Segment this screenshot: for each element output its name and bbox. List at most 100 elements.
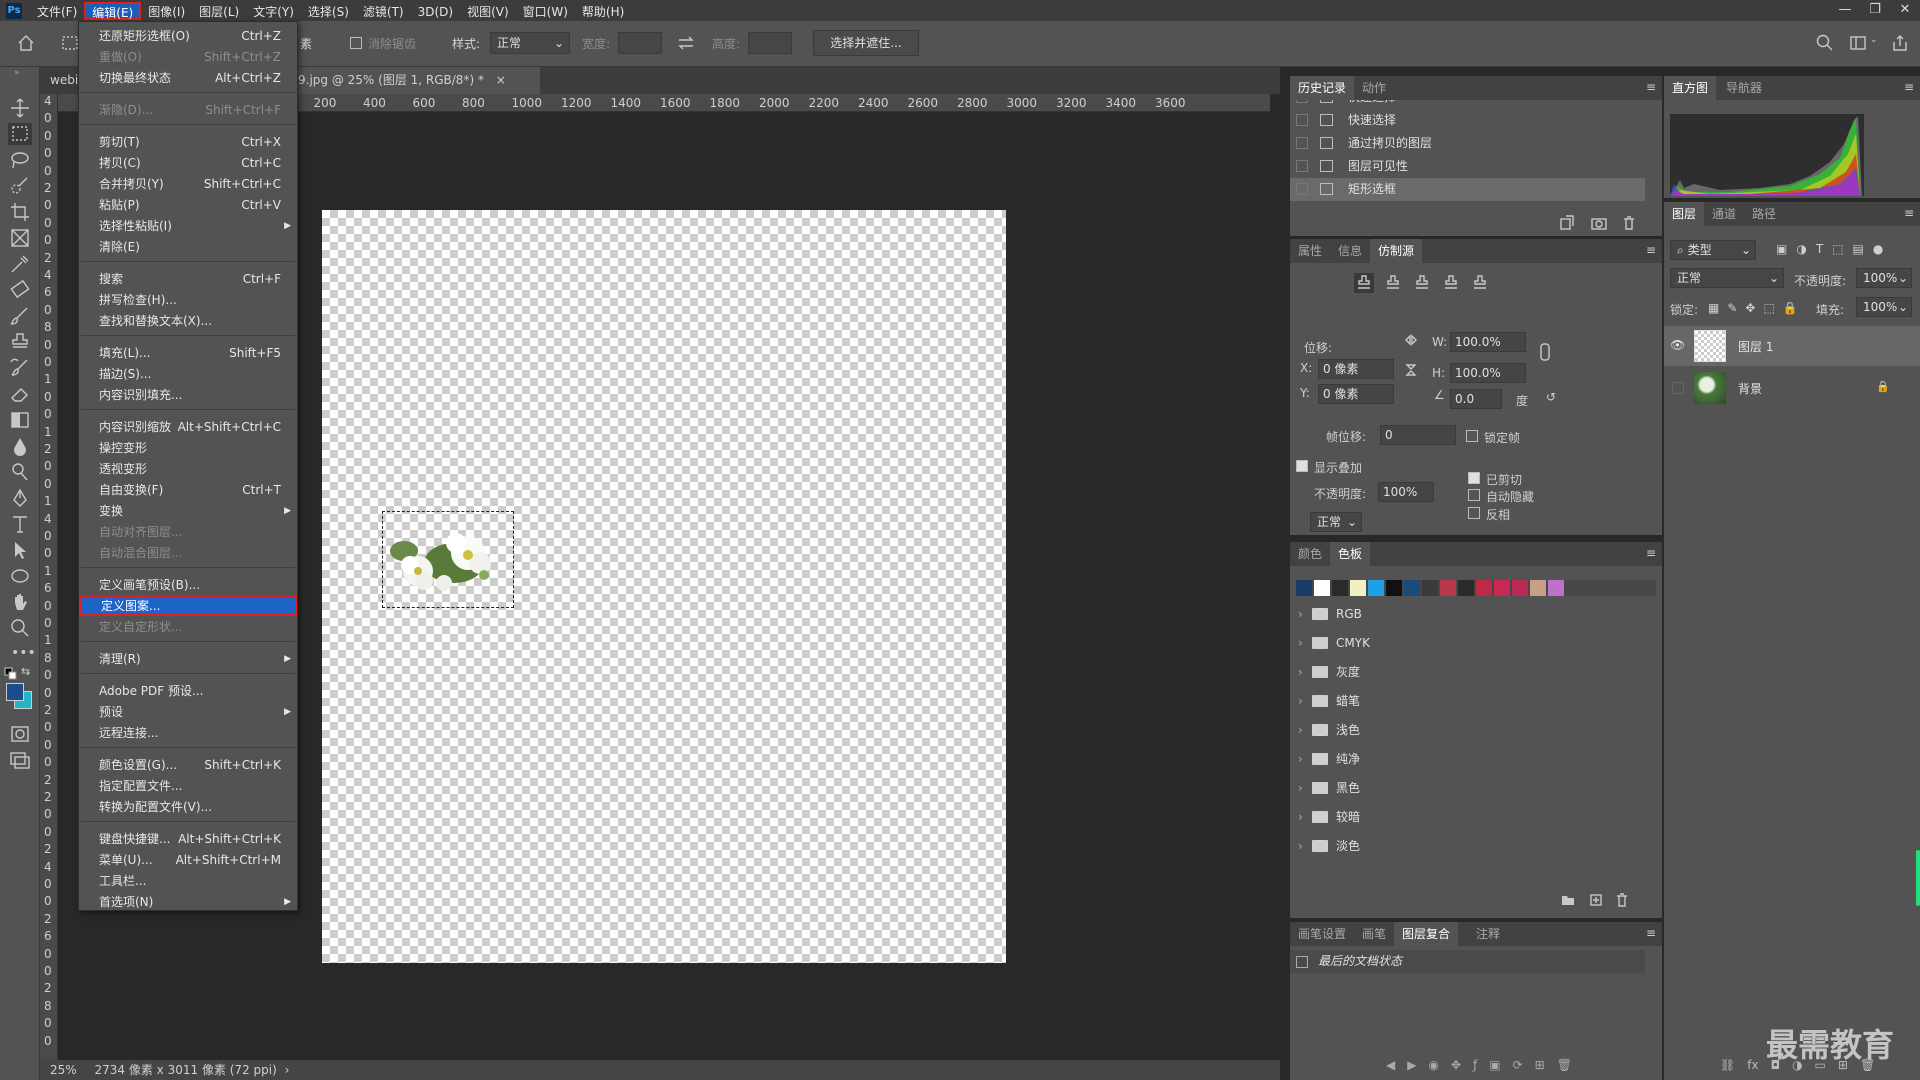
edit-menu-item[interactable]: 自由变换(F) Ctrl+T	[79, 480, 297, 500]
pixel-filter-icon[interactable]: ▣	[1776, 242, 1787, 256]
tab-swatches[interactable]: 色板	[1330, 542, 1371, 566]
camera-icon[interactable]	[1590, 214, 1608, 232]
panel-menu-icon[interactable]: ≡	[1646, 243, 1656, 257]
tab-layer-comps[interactable]: 图层复合	[1394, 922, 1459, 946]
fill-input[interactable]: 100% ⌄	[1856, 297, 1912, 317]
edit-menu-item[interactable]: 拷贝(C) Ctrl+C	[79, 153, 297, 173]
close-window-button[interactable]: ✕	[1890, 0, 1920, 21]
edit-menu-item[interactable]: 清除(E)	[79, 237, 297, 257]
brush-tool-icon[interactable]	[8, 305, 32, 327]
default-colors-icon[interactable]	[4, 667, 18, 681]
lock-artboard-icon[interactable]: ⬚	[1763, 301, 1774, 315]
panel-menu-icon[interactable]: ≡	[1904, 206, 1914, 220]
menu-9[interactable]: 窗口(W)	[516, 2, 575, 20]
new-comp-icon[interactable]: ⊞	[1535, 1058, 1545, 1072]
tab-navigator[interactable]: 导航器	[1718, 76, 1770, 100]
screen-mode-icon[interactable]	[8, 749, 32, 771]
lock-transparent-icon[interactable]: ▦	[1708, 301, 1719, 315]
tab-notes[interactable]: 注释	[1468, 922, 1508, 946]
y-input[interactable]: 0 像素	[1318, 384, 1394, 404]
type-tool-icon[interactable]	[8, 513, 32, 535]
clone-source-5-icon[interactable]	[1470, 273, 1490, 293]
previous-comp-icon[interactable]: ◀	[1386, 1058, 1395, 1072]
x-input[interactable]: 0 像素	[1318, 359, 1394, 379]
rectangular-marquee-tool-icon[interactable]	[8, 123, 32, 145]
blur-tool-icon[interactable]	[8, 435, 32, 457]
color-swatch[interactable]	[1350, 580, 1366, 596]
layer-row-layer1[interactable]: 👁 图层 1	[1664, 326, 1920, 366]
clone-source-2-icon[interactable]	[1383, 273, 1403, 293]
antialias-checkbox[interactable]	[350, 37, 362, 49]
fx-icon[interactable]: fx	[1747, 1058, 1758, 1072]
history-item[interactable]: 通过拷贝的图层	[1290, 132, 1645, 155]
restore-button[interactable]: ❐	[1860, 0, 1890, 21]
dodge-tool-icon[interactable]	[8, 461, 32, 483]
lock-all-icon[interactable]: 🔒	[1783, 301, 1798, 315]
chevron-down-icon[interactable]: ⌄	[1870, 35, 1878, 45]
frame-tool-icon[interactable]	[8, 227, 32, 249]
edit-menu-item[interactable]: 描边(S)...	[79, 364, 297, 384]
swatch-group[interactable]: › 浅色	[1290, 718, 1645, 742]
h-input[interactable]: 100.0%	[1450, 363, 1526, 383]
gradient-tool-icon[interactable]	[8, 409, 32, 431]
edit-menu-item[interactable]: 内容识别缩放 Alt+Shift+Ctrl+C	[79, 417, 297, 437]
define-pattern-menu-item[interactable]: 定义图案...	[79, 596, 297, 616]
menu-8[interactable]: 视图(V)	[460, 2, 516, 20]
clone-source-1-icon[interactable]	[1354, 273, 1374, 293]
edit-menu-item[interactable]: 填充(L)... Shift+F5	[79, 343, 297, 363]
marquee-tool-icon[interactable]	[60, 33, 80, 53]
menu-7[interactable]: 3D(D)	[411, 2, 460, 20]
ellipse-tool-icon[interactable]	[8, 565, 32, 587]
edit-menu-item[interactable]: 自动对齐图层...	[79, 522, 297, 542]
flip-vertical-icon[interactable]	[1404, 363, 1418, 377]
tab-channels[interactable]: 通道	[1704, 202, 1744, 226]
color-swatch[interactable]	[1512, 580, 1528, 596]
swatch-group[interactable]: › 蜡笔	[1290, 689, 1645, 713]
eyedropper-tool-icon[interactable]	[8, 253, 32, 275]
clipped-checkbox[interactable]	[1468, 472, 1480, 484]
show-overlay-checkbox[interactable]	[1296, 460, 1308, 472]
workspace-icon[interactable]	[1848, 33, 1868, 53]
edit-menu-item[interactable]: 键盘快捷键... Alt+Shift+Ctrl+K	[79, 829, 297, 849]
frame-offset-input[interactable]: 0	[1380, 425, 1456, 445]
swatch-group[interactable]: › 黑色	[1290, 776, 1645, 800]
menu-10[interactable]: 帮助(H)	[575, 2, 631, 20]
style-dropdown[interactable]: 正常 ⌄	[490, 32, 570, 54]
edit-menu-item[interactable]: 渐隐(D)... Shift+Ctrl+F	[79, 100, 297, 120]
w-input[interactable]: 100.0%	[1450, 332, 1526, 352]
share-icon[interactable]	[1890, 33, 1910, 53]
history-brush-source-box[interactable]	[1296, 137, 1308, 149]
quick-mask-icon[interactable]	[8, 723, 32, 745]
rectangular-selection[interactable]	[382, 511, 514, 608]
color-swatch[interactable]	[1494, 580, 1510, 596]
hand-tool-icon[interactable]	[8, 591, 32, 613]
overlay-opacity-input[interactable]: 100%	[1378, 482, 1434, 502]
edit-menu-item[interactable]: 工具栏...	[79, 871, 297, 891]
edit-menu-item[interactable]: 粘贴(P) Ctrl+V	[79, 195, 297, 215]
path-selection-tool-icon[interactable]	[8, 539, 32, 561]
edit-menu-item[interactable]: 指定配置文件...	[79, 776, 297, 796]
panel-menu-icon[interactable]: ≡	[1646, 926, 1656, 940]
edit-menu-item[interactable]: 剪切(T) Ctrl+X	[79, 132, 297, 152]
type-filter-icon[interactable]: T	[1816, 242, 1823, 256]
flip-horizontal-icon[interactable]	[1404, 333, 1418, 347]
foreground-color-swatch[interactable]	[6, 683, 24, 701]
crop-tool-icon[interactable]	[8, 201, 32, 223]
trash-icon[interactable]	[1620, 214, 1638, 232]
color-swatch[interactable]	[1404, 580, 1420, 596]
update-icon[interactable]: ⟳	[1513, 1058, 1523, 1072]
lasso-tool-icon[interactable]	[8, 149, 32, 171]
angle-input[interactable]: 0.0	[1450, 389, 1502, 409]
lock-frame-checkbox[interactable]	[1466, 430, 1478, 442]
layer-row-background[interactable]: 背景 🔒	[1664, 368, 1920, 408]
edit-menu-item[interactable]: 透视变形	[79, 459, 297, 479]
menu-4[interactable]: 文字(Y)	[246, 2, 301, 20]
auto-hide-checkbox[interactable]	[1468, 489, 1480, 501]
tab-layers[interactable]: 图层	[1664, 202, 1705, 226]
document-tab-active[interactable]: 9.jpg @ 25% (图层 1, RGB/8*) * ×	[288, 67, 540, 94]
color-swatch[interactable]	[1530, 580, 1546, 596]
tab-history[interactable]: 历史记录	[1290, 76, 1355, 100]
reset-transform-icon[interactable]: ↺	[1546, 390, 1556, 404]
tab-brushes[interactable]: 画笔	[1354, 922, 1394, 946]
link-layers-icon[interactable]: ⛓	[1720, 1058, 1735, 1072]
